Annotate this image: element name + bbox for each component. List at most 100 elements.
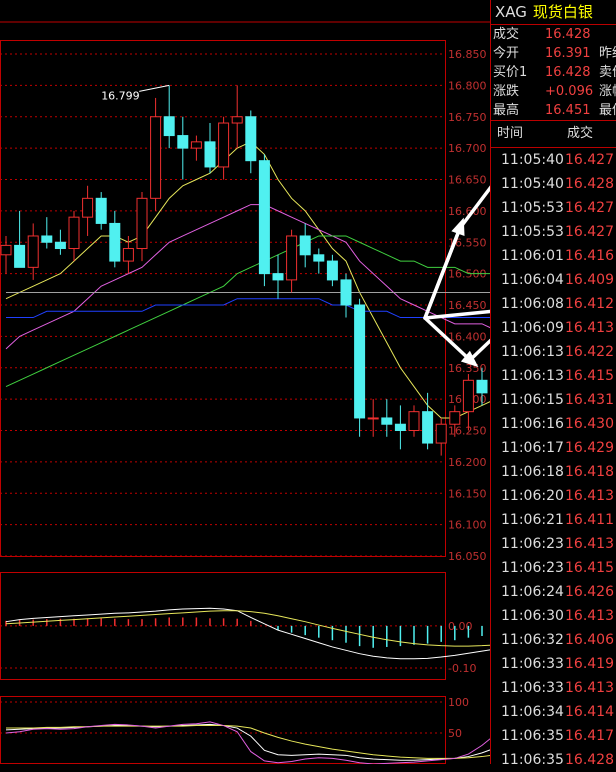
- tick-row[interactable]: 11:05:53 16.427: [491, 196, 616, 220]
- tick-row[interactable]: 11:06:09 16.413: [491, 316, 616, 340]
- candle-body: [394, 423, 406, 432]
- candle-body: [340, 279, 352, 306]
- tick-row[interactable]: 11:06:35 16.428: [491, 748, 616, 772]
- candle-body: [27, 235, 39, 268]
- quote-value: 16.428: [545, 27, 591, 42]
- candle-body: [272, 273, 284, 281]
- tick-price: 16.428: [565, 752, 614, 768]
- tick-price: 16.414: [565, 704, 614, 720]
- tick-time: 11:05:40: [501, 152, 564, 168]
- tick-row[interactable]: 11:06:30 16.413: [491, 604, 616, 628]
- tick-row[interactable]: 11:06:04 16.409: [491, 268, 616, 292]
- quote-row: 买价1 16.428 卖价: [491, 63, 616, 82]
- y-tick-label: 16.650: [448, 174, 487, 187]
- tick-time: 11:06:01: [501, 248, 564, 264]
- candle-body: [408, 411, 420, 431]
- tick-row[interactable]: 11:05:40 16.428: [491, 172, 616, 196]
- tick-time: 11:06:32: [501, 632, 564, 648]
- quote-value: +0.096: [545, 84, 594, 99]
- tick-row[interactable]: 11:06:34 16.414: [491, 700, 616, 724]
- candle-body: [231, 116, 243, 124]
- tick-price: 16.411: [565, 512, 614, 528]
- candle-body: [435, 423, 447, 444]
- candle-body: [381, 417, 393, 425]
- y-tick-label: 16.800: [448, 79, 487, 92]
- y-tick-label: 16.250: [448, 425, 487, 438]
- quote-label: 最高: [493, 103, 520, 118]
- panel-frame: [0, 572, 446, 680]
- tick-row[interactable]: 11:05:40 16.427: [491, 148, 616, 172]
- quote-row: 涨跌 +0.096 涨幅: [491, 82, 616, 101]
- tick-price: 16.430: [565, 416, 614, 432]
- tick-row[interactable]: 11:06:24 16.426: [491, 580, 616, 604]
- candle-body: [82, 197, 94, 218]
- tick-row[interactable]: 11:06:32 16.406: [491, 628, 616, 652]
- tick-price: 16.426: [565, 584, 614, 600]
- candle-body: [150, 116, 162, 199]
- candle-body: [122, 248, 134, 262]
- candle-body: [204, 141, 216, 168]
- candle-body: [299, 235, 311, 256]
- tick-row[interactable]: 11:06:20 16.413: [491, 484, 616, 508]
- y-tick-label: 16.150: [448, 487, 487, 500]
- instrument-header: XAG 现货白银: [491, 0, 616, 25]
- quote-table: 成交 16.428 今开 16.391 昨结买价1 16.428 卖价涨跌 +0.096 涨幅最…: [491, 25, 616, 121]
- tick-time: 11:05:53: [501, 200, 564, 216]
- candle-body: [41, 235, 53, 243]
- tick-price: 16.422: [565, 344, 614, 360]
- tick-row[interactable]: 11:06:08 16.412: [491, 292, 616, 316]
- candle-body: [136, 197, 148, 250]
- tick-time: 11:06:15: [501, 392, 564, 408]
- tick-price: 16.415: [565, 560, 614, 576]
- candle-body: [354, 304, 366, 419]
- tick-price: 16.415: [565, 368, 614, 384]
- tick-row[interactable]: 11:06:33 16.419: [491, 652, 616, 676]
- tick-row[interactable]: 11:06:15 16.431: [491, 388, 616, 412]
- tick-time: 11:06:13: [501, 368, 564, 384]
- tick-row[interactable]: 11:06:13 16.422: [491, 340, 616, 364]
- quote-value: 16.451: [545, 103, 591, 118]
- quote-label: 涨跌: [493, 84, 520, 99]
- tick-price: 16.406: [565, 632, 614, 648]
- candle-body: [177, 135, 189, 149]
- tick-price: 16.409: [565, 272, 614, 288]
- tick-list[interactable]: 11:05:40 16.427 11:05:40 16.428 11:05:53 16.4…: [491, 148, 616, 772]
- tick-time: 11:06:35: [501, 752, 564, 768]
- tick-row[interactable]: 11:06:13 16.415: [491, 364, 616, 388]
- tick-row[interactable]: 11:06:23 16.413: [491, 532, 616, 556]
- candle-body: [14, 244, 26, 268]
- tick-time: 11:06:33: [501, 680, 564, 696]
- time-column-header: 时间: [497, 126, 524, 141]
- candle-body: [54, 241, 66, 250]
- y-tick-label: 16.200: [448, 456, 487, 469]
- tick-price: 16.413: [565, 320, 614, 336]
- candle-body: [218, 122, 230, 168]
- tick-time: 11:06:13: [501, 344, 564, 360]
- candle-body: [326, 260, 338, 281]
- tick-row[interactable]: 11:06:23 16.415: [491, 556, 616, 580]
- tick-row[interactable]: 11:06:33 16.413: [491, 676, 616, 700]
- tick-row[interactable]: 11:05:53 16.427: [491, 220, 616, 244]
- tick-row[interactable]: 11:06:35 16.417: [491, 724, 616, 748]
- tick-row[interactable]: 11:06:17 16.429: [491, 436, 616, 460]
- tick-row[interactable]: 11:06:01 16.416: [491, 244, 616, 268]
- y-tick-label: 16.700: [448, 142, 487, 155]
- kdj-line: [6, 725, 490, 759]
- candle-body: [367, 417, 379, 420]
- macd-line: [5, 607, 490, 660]
- quote-label-2: 最低: [599, 103, 616, 118]
- tick-row[interactable]: 11:06:18 16.418: [491, 460, 616, 484]
- candle-body: [286, 235, 298, 281]
- quote-label-2: 昨结: [599, 46, 616, 61]
- price-chart[interactable]: 16.85016.80016.75016.70016.65016.60016.5…: [0, 0, 490, 764]
- kdj-line: [5, 721, 490, 764]
- y-tick-label: 16.400: [448, 330, 487, 343]
- moving-average-line: [6, 298, 490, 319]
- tick-price: 16.428: [565, 176, 614, 192]
- tick-row[interactable]: 11:06:21 16.411: [491, 508, 616, 532]
- y-tick-label: 16.750: [448, 111, 487, 124]
- tick-row[interactable]: 11:06:16 16.430: [491, 412, 616, 436]
- tick-time: 11:06:20: [501, 488, 564, 504]
- tick-price: 16.427: [565, 224, 614, 240]
- instrument-name: 现货白银: [532, 3, 593, 21]
